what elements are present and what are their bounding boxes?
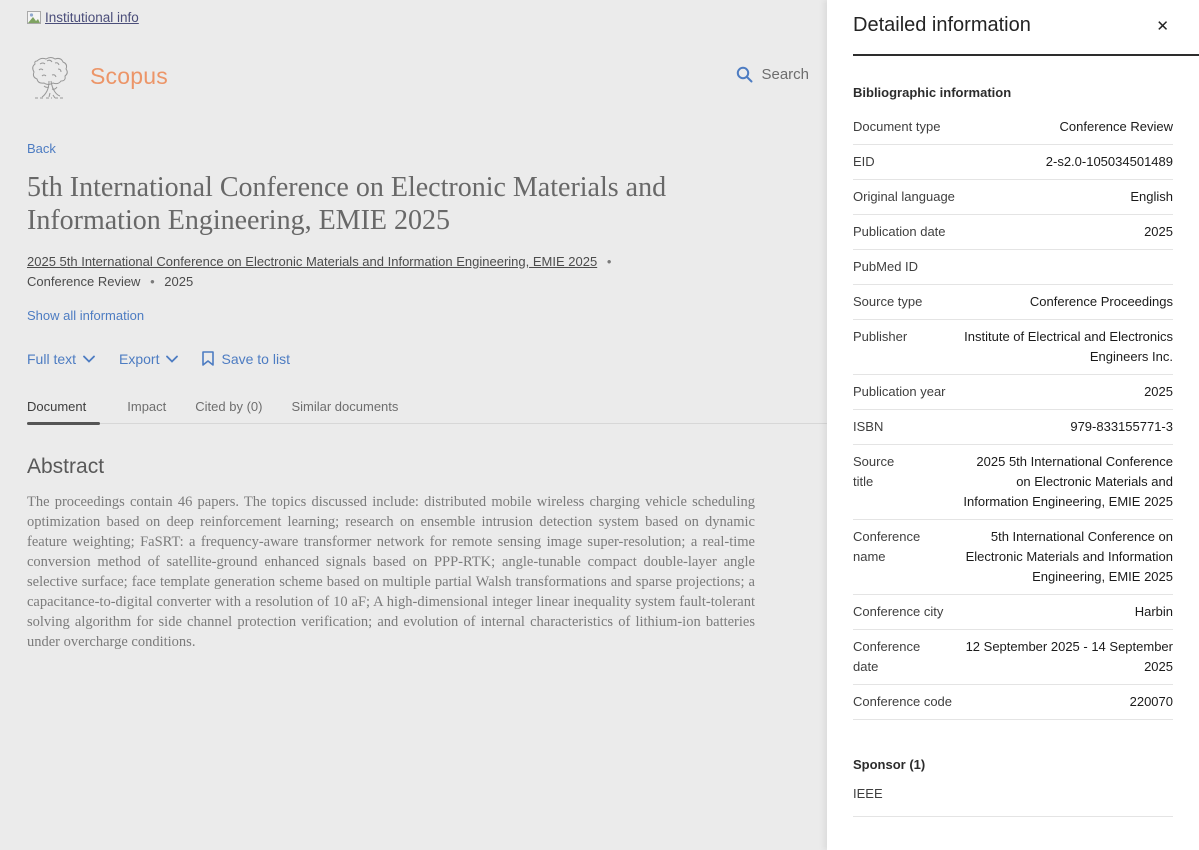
meta-bullet: • (606, 253, 612, 269)
save-to-list-label: Save to list (221, 350, 290, 367)
row-value: Conference Proceedings (1029, 294, 1173, 309)
institutional-info-link[interactable]: Institutional info (27, 10, 139, 25)
tab-similar-documents[interactable]: Similar documents (291, 399, 400, 423)
bibliographic-row: Source type Conference Proceedings (853, 285, 1173, 320)
search-button[interactable]: Search (736, 66, 809, 83)
abstract-text: The proceedings contain 46 papers. The t… (27, 493, 755, 650)
sponsor-list: IEEE (853, 785, 1173, 817)
row-label: Source type (853, 294, 923, 309)
row-value: 979-833155771-3 (1070, 419, 1173, 434)
row-label: PubMed ID (853, 259, 919, 274)
bibliographic-row: Source title 2025 5th International Conf… (853, 445, 1173, 520)
row-label: Conference name (853, 529, 921, 564)
show-all-information-link[interactable]: Show all information (27, 308, 144, 323)
institutional-info-label: Institutional info (45, 10, 139, 25)
tab-impact[interactable]: Impact (127, 399, 168, 423)
row-label: Publication year (853, 384, 946, 399)
bibliographic-row: Publisher Institute of Electrical and El… (853, 320, 1173, 375)
bibliographic-row: EID 2-s2.0-105034501489 (853, 145, 1173, 180)
row-value: Conference Review (1059, 119, 1173, 134)
document-meta: 2025 5th International Conference on Ele… (27, 252, 682, 292)
panel-divider (853, 54, 1199, 56)
row-value: 12 September 2025 - 14 September 2025 (965, 639, 1173, 674)
bibliographic-row: Conference code 220070 (853, 685, 1173, 720)
full-text-label: Full text (27, 350, 77, 367)
panel-title: Detailed information (853, 14, 1031, 36)
source-title-link[interactable]: 2025 5th International Conference on Ele… (27, 254, 597, 269)
row-label: Conference code (853, 694, 953, 709)
row-value: 2025 (1144, 224, 1173, 239)
tab-bar: Document Impact Cited by (0) Similar docume… (27, 399, 827, 425)
abstract-heading: Abstract (27, 454, 105, 478)
institutional-row: Institutional info (27, 10, 827, 30)
row-value: 5th International Conference on Electron… (965, 529, 1173, 584)
row-value: Institute of Electrical and Electronics … (964, 329, 1173, 364)
page-title: 5th International Conference on Electron… (27, 171, 667, 236)
back-link[interactable]: Back (27, 141, 56, 156)
row-value: 220070 (1129, 694, 1173, 709)
scopus-wordmark: Scopus (90, 63, 168, 89)
bibliographic-rows: Document type Conference Review EID 2-s2… (853, 110, 1173, 720)
app-root: Institutional info Scopus Search Back 5t… (0, 0, 1199, 850)
row-value: English (1130, 189, 1173, 204)
export-label: Export (119, 350, 160, 367)
document-year-text: 2025 (164, 273, 194, 289)
elsevier-tree-logo (27, 55, 75, 99)
row-label: Original language (853, 189, 955, 204)
row-label: Publisher (853, 329, 908, 344)
sponsor-item: IEEE (853, 785, 1173, 817)
action-bar: Full text Export Save to list (27, 351, 827, 367)
row-label: EID (853, 154, 875, 169)
sponsor-section-heading: Sponsor (1) (853, 757, 926, 772)
bibliographic-row: Conference name 5th International Confer… (853, 520, 1173, 595)
bookmark-icon (202, 351, 215, 366)
export-dropdown[interactable]: Export (119, 350, 179, 367)
bibliographic-row: Conference date 12 September 2025 - 14 S… (853, 630, 1173, 685)
save-to-list-button[interactable]: Save to list (202, 350, 290, 367)
row-label: Source title (853, 454, 895, 489)
close-icon[interactable]: ✕ (1152, 15, 1173, 38)
row-label: Conference date (853, 639, 921, 674)
row-value: 2025 5th International Conference on Ele… (963, 454, 1173, 509)
bibliographic-row: Publication year 2025 (853, 375, 1173, 410)
logo-row: Scopus (27, 55, 827, 99)
bibliographic-section-heading: Bibliographic information (853, 85, 1012, 100)
bibliographic-row: Original language English (853, 180, 1173, 215)
row-label: ISBN (853, 419, 884, 434)
broken-image-icon (27, 10, 43, 25)
panel-header: Detailed information ✕ (853, 0, 1173, 38)
chevron-down-icon (166, 355, 179, 363)
full-text-dropdown[interactable]: Full text (27, 351, 95, 367)
chevron-down-icon (83, 355, 95, 363)
bibliographic-row: ISBN 979-833155771-3 (853, 410, 1173, 445)
bibliographic-row: Document type Conference Review (853, 110, 1173, 145)
bibliographic-row: Conference city Harbin (853, 595, 1173, 630)
detailed-information-panel: Detailed information ✕ Bibliographic inf… (827, 0, 1199, 850)
tab-cited-by-0[interactable]: Cited by (0) (195, 399, 264, 423)
document-page: Institutional info Scopus Search Back 5t… (0, 0, 827, 850)
row-label: Publication date (853, 224, 946, 239)
row-value: 2-s2.0-105034501489 (1045, 154, 1173, 169)
row-label: Conference city (853, 604, 944, 619)
search-icon (737, 66, 753, 83)
bibliographic-row: PubMed ID (853, 250, 1173, 285)
search-label: Search (761, 66, 809, 83)
meta-bullet: • (150, 273, 155, 289)
row-label: Document type (853, 119, 941, 134)
tab-document[interactable]: Document (27, 399, 101, 425)
document-type-text: Conference Review (27, 273, 141, 289)
bibliographic-row: Publication date 2025 (853, 215, 1173, 250)
row-value: Harbin (1134, 604, 1173, 619)
row-value: 2025 (1144, 384, 1173, 399)
